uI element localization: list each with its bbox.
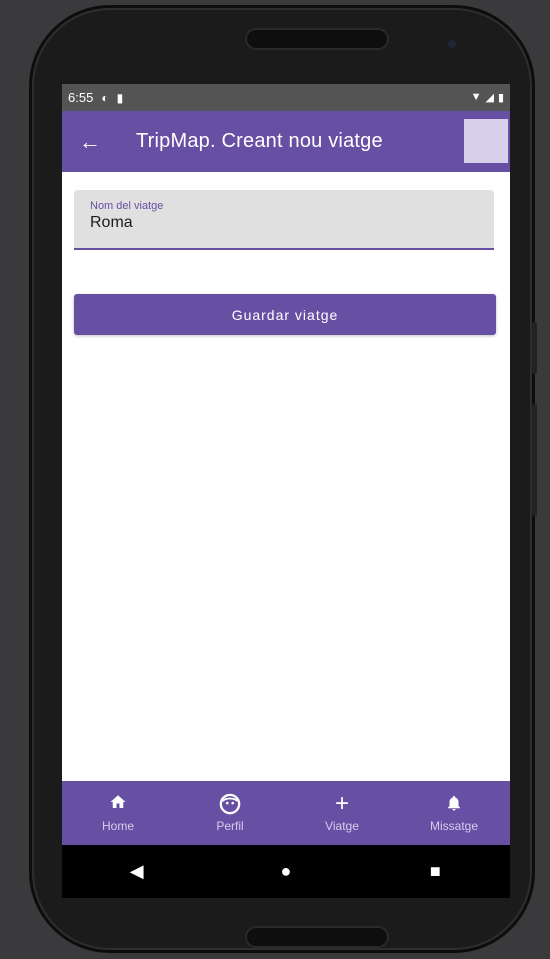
status-bar: 6:55 ◐ ▮ ▼ ◢ ▮ [62, 84, 510, 111]
nav-item-perfil[interactable]: Perfil [174, 781, 286, 845]
trip-name-label: Nom del viatge [90, 200, 164, 212]
arrow-left-icon[interactable]: ← [62, 129, 118, 155]
nav-item-missatge[interactable]: Missatge [398, 781, 510, 845]
nav-item-home[interactable]: Home [62, 781, 174, 845]
wifi-icon: ▼ [470, 91, 482, 103]
nav-item-viatge[interactable]: + Viatge [286, 781, 398, 845]
status-right-icons: ▼ ◢ ▮ [471, 91, 504, 104]
sync-icon: ◐ [101, 90, 109, 105]
app-screen: 6:55 ◐ ▮ ▼ ◢ ▮ ← TripMap. Creant nou via… [62, 84, 510, 898]
save-trip-button[interactable]: Guardar viatge [74, 294, 496, 335]
avatar[interactable] [464, 119, 508, 163]
bottom-navigation: Home Perfil + Viatge Missatge [62, 781, 510, 845]
nav-label-perfil: Perfil [216, 819, 244, 833]
volume-button [532, 322, 537, 374]
trip-name-input[interactable]: Roma [90, 214, 478, 232]
app-bar: ← TripMap. Creant nou viatge [62, 111, 510, 172]
bell-icon [445, 793, 463, 815]
bottom-speaker [245, 926, 389, 948]
front-camera [448, 40, 456, 48]
nav-label-home: Home [101, 819, 134, 833]
home-circle-icon[interactable]: ● [256, 861, 316, 882]
recents-square-icon[interactable]: ■ [405, 861, 465, 882]
plus-icon: + [334, 790, 349, 817]
home-icon [109, 793, 127, 815]
nav-label-missatge: Missatge [429, 819, 479, 833]
back-triangle-icon[interactable]: ◀ [107, 861, 167, 882]
nav-label-viatge: Viatge [325, 819, 359, 833]
sim-icon: ▮ [116, 90, 124, 105]
battery-icon: ▮ [497, 92, 504, 104]
top-speaker [245, 28, 389, 50]
status-time: 6:55 [68, 90, 94, 105]
trip-name-field[interactable]: Nom del viatge Roma [74, 190, 494, 250]
system-navigation-bar: ◀ ● ■ [62, 845, 510, 898]
face-icon [219, 793, 241, 815]
signal-icon: ◢ [485, 92, 494, 104]
page-title: TripMap. Creant nou viatge [136, 130, 383, 152]
power-button [532, 404, 537, 516]
